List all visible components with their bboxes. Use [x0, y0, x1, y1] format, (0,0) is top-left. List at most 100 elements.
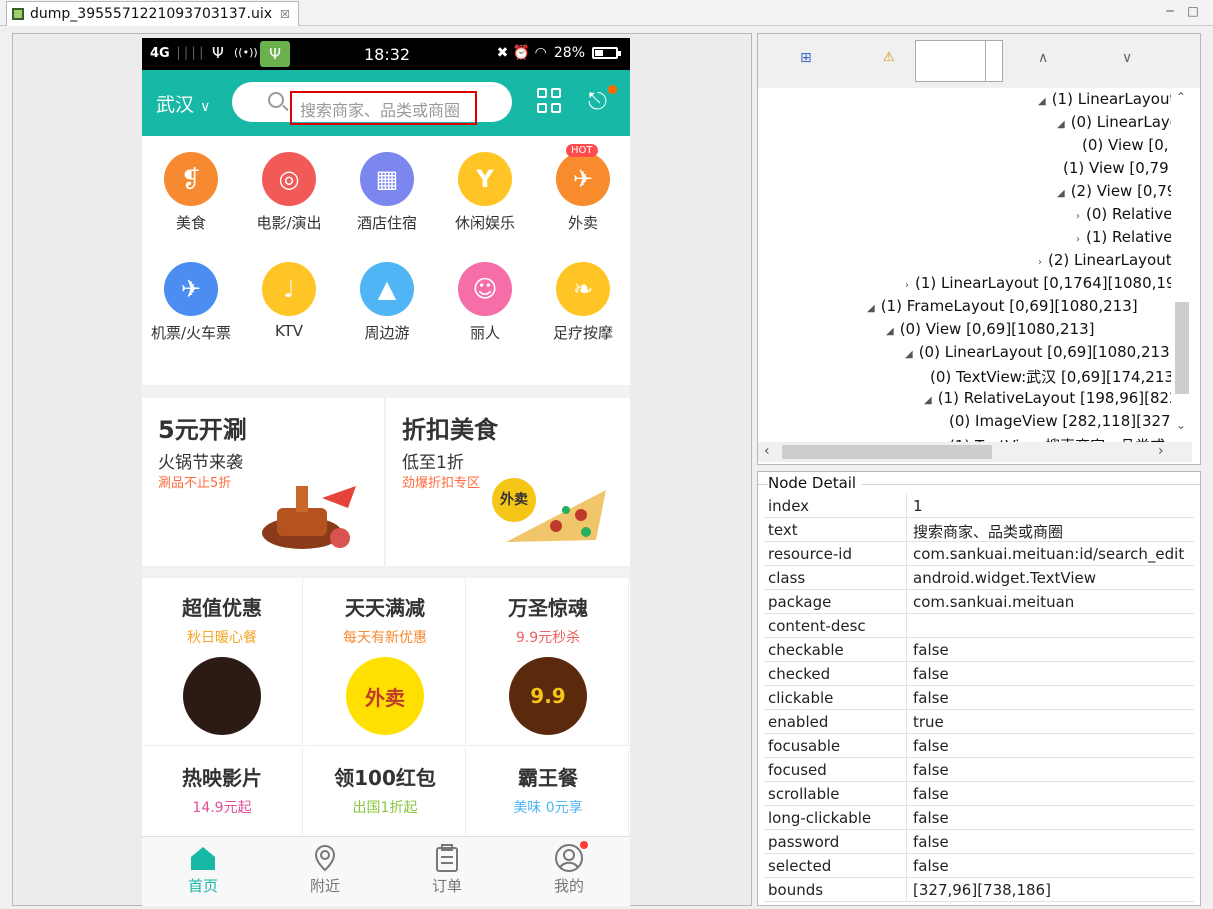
tree-expander-icon[interactable]: ◢	[867, 303, 875, 314]
detail-row-scrollable[interactable]: scrollable false	[764, 782, 1194, 806]
tree-node[interactable]: ◢ (1) LinearLayout	[1038, 90, 1171, 108]
scroll-left-icon[interactable]: ‹	[764, 443, 770, 459]
tree-expander-icon[interactable]: ◢	[1057, 119, 1065, 130]
tree-vertical-scrollbar[interactable]: ⌃ ⌄	[1172, 88, 1192, 442]
tree-node[interactable]: ◢ (1) RelativeLayout [198,96][822,1	[924, 389, 1171, 407]
scroll-up-icon[interactable]: ⌃	[1176, 90, 1186, 104]
tree-expander-icon[interactable]: ›	[1076, 234, 1080, 245]
tree-node[interactable]: › (1) LinearLayout [0,1764][1080,192	[905, 274, 1171, 292]
filter-input[interactable]	[915, 40, 1003, 82]
woman-icon: ☺	[458, 262, 512, 316]
category-cocktail[interactable]: Y 休闲娱乐	[436, 152, 534, 233]
expand-all-icon[interactable]: ⊞	[800, 50, 812, 66]
detail-row-index[interactable]: index 1	[764, 494, 1194, 518]
detail-row-resource-id[interactable]: resource-id com.sankuai.meituan:id/search…	[764, 542, 1194, 566]
promo-hotpot[interactable]: 5元开涮 火锅节来袭 涮品不止5折	[142, 398, 384, 566]
detail-row-checked[interactable]: checked false	[764, 662, 1194, 686]
tree-node[interactable]: (0) ImageView [282,118][327,1	[943, 412, 1171, 430]
detail-row-selected[interactable]: selected false	[764, 854, 1194, 878]
tree-node[interactable]: (1) View [0,79	[1057, 159, 1169, 177]
city-selector[interactable]: 武汉 ∨	[156, 90, 210, 117]
category-scooter[interactable]: ✈ HOT 外卖	[534, 144, 630, 233]
tree-node[interactable]: › (1) Relative	[1076, 228, 1171, 246]
detail-row-class[interactable]: class android.widget.TextView	[764, 566, 1194, 590]
fork-knife-icon: ❡	[164, 152, 218, 206]
detail-row-bounds[interactable]: bounds [327,96][738,186]	[764, 878, 1194, 902]
close-tab-icon[interactable]: ☒	[280, 8, 290, 21]
detail-row-enabled[interactable]: enabled true	[764, 710, 1194, 734]
tree-horizontal-scrollbar[interactable]: ‹ ›	[758, 442, 1192, 462]
search-box[interactable]: 搜索商家、品类或商圈	[232, 82, 512, 125]
tree-expander-icon[interactable]: ◢	[924, 395, 932, 406]
deal-title: 超值优惠	[182, 596, 262, 620]
scroll-thumb[interactable]	[782, 445, 992, 459]
category-plane-train[interactable]: ✈ 机票/火车票	[142, 262, 240, 343]
deal-card[interactable]: 万圣惊魂 9.9元秒杀 9.9	[468, 578, 629, 746]
tree-expander-icon[interactable]: ›	[905, 280, 909, 291]
column-divider	[906, 590, 907, 614]
chevron-up-icon[interactable]: ∧	[1038, 50, 1048, 66]
promo-discount-food[interactable]: 折扣美食 低至1折 劲爆折扣专区 外卖	[386, 398, 630, 566]
notification-bell-icon[interactable]: ⎋	[588, 85, 617, 117]
tree-expander-icon[interactable]: ◢	[886, 326, 894, 337]
warning-icon[interactable]: ⚠	[883, 50, 895, 65]
detail-row-content-desc[interactable]: content-desc	[764, 614, 1194, 638]
nav-item-home[interactable]: 首页	[142, 837, 264, 896]
phone-screenshot[interactable]: 4G ││││ Ψ ((•)) Ψ 18:32 ✖ ⏰ ◠ 28% 武汉 ∨ 搜…	[142, 38, 630, 906]
scroll-right-icon[interactable]: ›	[1158, 443, 1164, 459]
detail-row-package[interactable]: package com.sankuai.meituan	[764, 590, 1194, 614]
minimize-icon[interactable]: ─	[1163, 4, 1177, 18]
tree-node-label: (2) LinearLayout	[1048, 251, 1171, 269]
deal-grid: 超值优惠 秋日暖心餐 天天满减 每天有新优惠 外卖 万圣惊魂 9.9元秒杀 9.9 热映影片 14…	[142, 578, 630, 906]
tree-node[interactable]: (1) TextView:搜索商家、品类或	[943, 435, 1165, 442]
category-microphone[interactable]: ♩ KTV	[240, 262, 338, 340]
tree-node-label: (0) View [0,	[1082, 136, 1169, 154]
hierarchy-tree[interactable]: ◢ (1) LinearLayout ◢ (0) LinearLayo (0) View…	[765, 88, 1171, 442]
nav-item-user[interactable]: 我的	[508, 837, 630, 896]
category-landscape[interactable]: ▲ 周边游	[338, 262, 436, 343]
detail-row-focusable[interactable]: focusable false	[764, 734, 1194, 758]
tree-node-label: (2) View [0,79	[1070, 182, 1171, 200]
tree-node[interactable]: ◢ (0) LinearLayout [0,69][1080,213]	[905, 343, 1171, 361]
tree-node[interactable]: (0) View [0,	[1076, 136, 1169, 154]
tree-node[interactable]: ◢ (2) View [0,79	[1057, 182, 1171, 200]
detail-key: content-desc	[768, 617, 866, 635]
tree-expander-icon[interactable]: ◢	[1038, 96, 1046, 107]
chevron-down-icon[interactable]: ∨	[1122, 50, 1132, 66]
tree-expander-icon[interactable]: ◢	[1057, 188, 1065, 199]
detail-row-password[interactable]: password false	[764, 830, 1194, 854]
tree-expander-icon[interactable]: ›	[1038, 257, 1042, 268]
category-fork-knife[interactable]: ❡ 美食	[142, 152, 240, 233]
category-hotel[interactable]: ▦ 酒店住宿	[338, 152, 436, 233]
detail-row-focused[interactable]: focused false	[764, 758, 1194, 782]
maximize-icon[interactable]: □	[1186, 4, 1200, 18]
deal-card[interactable]: 天天满减 每天有新优惠 外卖	[305, 578, 466, 746]
category-film-reel[interactable]: ◎ 电影/演出	[240, 152, 338, 233]
tree-node[interactable]: ◢ (0) View [0,69][1080,213]	[886, 320, 1094, 338]
tree-node-label: (0) Relative	[1086, 205, 1171, 223]
deal-subtitle: 9.9元秒杀	[515, 630, 581, 646]
scroll-thumb[interactable]	[1175, 302, 1189, 394]
qr-scan-icon[interactable]	[537, 88, 563, 116]
tree-node[interactable]: (0) TextView:武汉 [0,69][174,213	[924, 366, 1171, 387]
detail-row-checkable[interactable]: checkable false	[764, 638, 1194, 662]
deal-card[interactable]: 超值优惠 秋日暖心餐	[142, 578, 303, 746]
tree-expander-icon[interactable]: ›	[1076, 211, 1080, 222]
nav-item-location-pin[interactable]: 附近	[264, 837, 386, 896]
tree-node[interactable]: ◢ (1) FrameLayout [0,69][1080,213]	[867, 297, 1138, 315]
detail-row-clickable[interactable]: clickable false	[764, 686, 1194, 710]
tree-node[interactable]: › (2) LinearLayout	[1038, 251, 1171, 269]
detail-value: false	[913, 689, 949, 707]
tree-node[interactable]: ◢ (0) LinearLayo	[1057, 113, 1171, 131]
file-tab[interactable]: dump_3955571221093703137.uix ☒	[6, 1, 299, 26]
scroll-down-icon[interactable]: ⌄	[1176, 418, 1186, 432]
detail-key: enabled	[768, 713, 829, 731]
category-woman[interactable]: ☺ 丽人	[436, 262, 534, 343]
search-input[interactable]: 搜索商家、品类或商圈	[290, 91, 477, 125]
detail-row-long-clickable[interactable]: long-clickable false	[764, 806, 1194, 830]
tree-expander-icon[interactable]: ◢	[905, 349, 913, 360]
tree-node[interactable]: › (0) Relative	[1076, 205, 1171, 223]
nav-item-clipboard[interactable]: 订单	[386, 837, 508, 896]
category-footprint[interactable]: ❧ 足疗按摩	[534, 262, 630, 343]
detail-row-text[interactable]: text 搜索商家、品类或商圈	[764, 518, 1194, 542]
